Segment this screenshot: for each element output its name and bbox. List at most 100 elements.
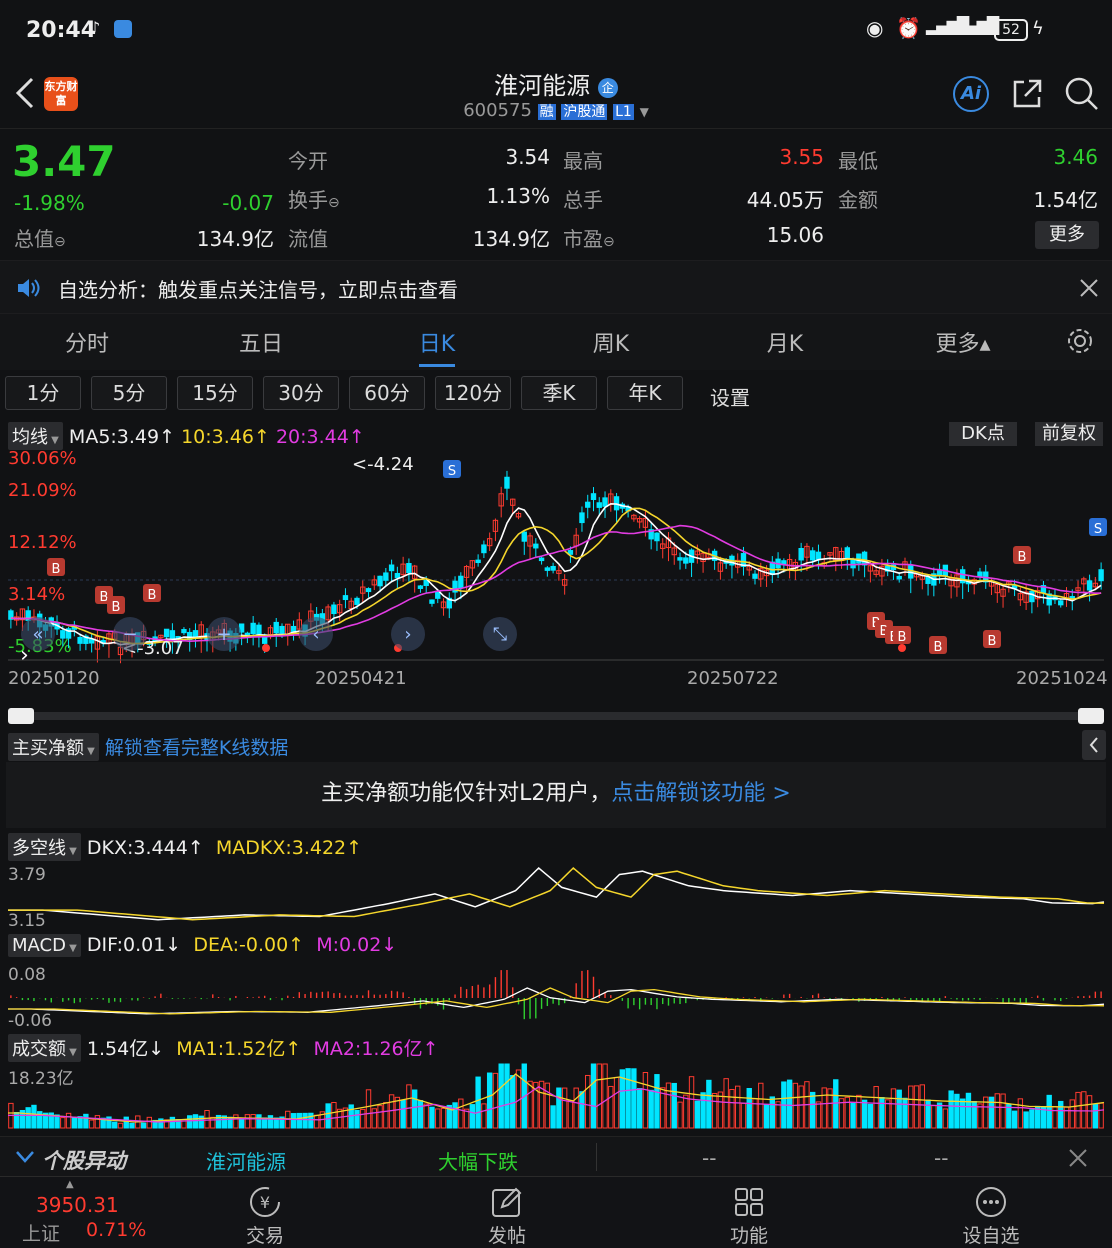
ai-button[interactable]: Ai <box>953 76 989 112</box>
post-icon[interactable] <box>490 1185 524 1219</box>
main-buy-selector[interactable]: 主买净额 ▼ <box>8 733 99 761</box>
notice-text: 自选分析：触发重点关注信号，立即点击查看 <box>58 278 458 302</box>
candle-body <box>769 561 776 576</box>
volume-bar <box>671 1082 677 1129</box>
share-icon[interactable] <box>1010 76 1044 110</box>
stock-name: 淮河能源 <box>494 72 591 100</box>
tag-margin: 融 <box>537 104 556 120</box>
main-buy-selector-label: 主买净额 <box>12 738 84 759</box>
volume-bar <box>423 1103 429 1129</box>
kline-chart[interactable]: 30.06%21.09%12.12%3.14%-5.83%<-4.24<-3.0… <box>0 448 1112 712</box>
dkx-chart[interactable]: 3.79 3.15 <box>0 858 1112 930</box>
open-value: 3.54 <box>505 145 550 169</box>
l2-unlock-banner[interactable]: 主买净额功能仅针对L2用户，点击解锁该功能 > <box>6 762 1106 828</box>
total-value: 134.9亿 <box>196 227 274 251</box>
volume-bar <box>602 1063 608 1129</box>
volume-bar <box>683 1094 689 1129</box>
volume-bar <box>65 1112 72 1129</box>
adjust-button[interactable]: 前复权 <box>1035 422 1103 446</box>
tab-monthly-k[interactable]: 月K <box>728 326 842 358</box>
ma-selector[interactable]: 均线 ▼ <box>8 422 63 450</box>
ticker-col1: -- <box>702 1146 717 1170</box>
volume-bar <box>250 1114 256 1129</box>
event-dot <box>262 644 270 652</box>
volume-chart[interactable]: 18.23亿 <box>0 1060 1112 1130</box>
active-tab-indicator <box>419 364 455 367</box>
tab-watchlist-setting[interactable]: 设自选 <box>936 1221 1046 1248</box>
period-year[interactable]: 年K <box>607 376 683 410</box>
volume-bar <box>411 1089 418 1129</box>
macd-chart[interactable]: 0.08 -0.06 <box>0 960 1112 1032</box>
candle-body <box>60 630 66 639</box>
period-5min[interactable]: 5分 <box>91 376 167 410</box>
dk-point-button[interactable]: DK点 <box>949 422 1017 446</box>
range-handle-left[interactable] <box>8 708 34 724</box>
volume-bar <box>475 1076 481 1129</box>
chevron-down-icon[interactable] <box>14 1149 36 1165</box>
volume-bar <box>192 1114 199 1129</box>
period-quarter[interactable]: 季K <box>521 376 597 410</box>
volume-bar <box>400 1099 406 1129</box>
volume-value: 1.54亿↓ <box>86 1038 165 1060</box>
volume-bar <box>717 1091 724 1129</box>
candle-body <box>279 625 285 634</box>
period-30min[interactable]: 30分 <box>263 376 339 410</box>
float-value: 134.9亿 <box>472 227 550 251</box>
notice-bar[interactable]: 自选分析：触发重点关注信号，立即点击查看 <box>0 260 1112 314</box>
candle-body <box>435 591 441 599</box>
candle-body <box>458 575 464 589</box>
macd-axis-bottom: -0.06 <box>8 1011 52 1031</box>
tab-more[interactable]: 更多▴ <box>906 326 1020 358</box>
candle-body <box>752 573 758 579</box>
close-icon[interactable] <box>1078 277 1100 299</box>
tab-five-day[interactable]: 五日 <box>204 326 318 358</box>
period-settings[interactable]: 设置 <box>710 382 750 411</box>
volume-bar <box>204 1110 210 1129</box>
candle-body <box>977 571 983 578</box>
settings-gear-icon[interactable] <box>1066 327 1094 355</box>
volume-selector[interactable]: 成交额 ▼ <box>8 1034 81 1062</box>
ticker-title: 个股异动 <box>42 1149 126 1173</box>
unlock-feature-link[interactable]: 点击解锁该功能 > <box>611 781 790 806</box>
volume-bar <box>879 1096 885 1129</box>
volume-bar <box>290 1113 297 1129</box>
range-scrollbar[interactable] <box>8 712 1104 720</box>
function-grid-icon[interactable] <box>732 1185 766 1219</box>
period-60min[interactable]: 60分 <box>349 376 425 410</box>
tab-intraday[interactable]: 分时 <box>30 326 144 358</box>
collapse-button[interactable] <box>1082 730 1106 760</box>
period-15min[interactable]: 15分 <box>177 376 253 410</box>
volume-bar <box>723 1078 729 1129</box>
volume-bar <box>325 1103 331 1129</box>
period-120min[interactable]: 120分 <box>435 376 511 410</box>
tab-daily-k[interactable]: 日K <box>380 326 494 358</box>
candle-body <box>354 597 360 605</box>
trade-icon[interactable]: ¥ <box>248 1185 282 1219</box>
ticker-stock-name[interactable]: 淮河能源 <box>206 1146 286 1175</box>
ma-selector-label: 均线 <box>12 427 48 448</box>
tab-weekly-k[interactable]: 周K <box>554 326 668 358</box>
enterprise-badge: 企 <box>597 78 618 98</box>
volume-bar <box>31 1104 37 1129</box>
madkx-line <box>8 866 1105 921</box>
candle-body <box>1029 590 1035 603</box>
unlock-kline-link[interactable]: 解锁查看完整K线数据 <box>105 737 288 759</box>
tab-trade[interactable]: 交易 <box>210 1221 320 1248</box>
macd-selector[interactable]: MACD ▼ <box>8 934 81 957</box>
ticker-bar[interactable]: 个股异动 淮河能源 大幅下跌 -- -- <box>0 1136 1112 1176</box>
dkx-selector[interactable]: 多空线 ▼ <box>8 833 81 861</box>
range-handle-right[interactable] <box>1078 708 1104 724</box>
tab-function[interactable]: 功能 <box>694 1221 804 1248</box>
volume-bar <box>267 1115 274 1129</box>
candle-body <box>579 512 585 524</box>
more-button[interactable]: 更多 <box>1035 221 1099 249</box>
dropdown-icon[interactable]: ▼ <box>640 105 649 119</box>
period-1min[interactable]: 1分 <box>5 376 81 410</box>
index-value[interactable]: 3950.31 <box>36 1193 119 1217</box>
volume-bar <box>763 1103 770 1129</box>
search-icon[interactable] <box>1064 76 1100 112</box>
tab-post[interactable]: 发帖 <box>452 1221 562 1248</box>
bottom-tab-bar: ▲ 3950.31 上证 0.71% ¥ 交易 发帖 功能 设自选 <box>0 1176 1112 1248</box>
ticker-close-icon[interactable] <box>1068 1149 1088 1167</box>
more-dots-icon[interactable] <box>974 1185 1008 1219</box>
